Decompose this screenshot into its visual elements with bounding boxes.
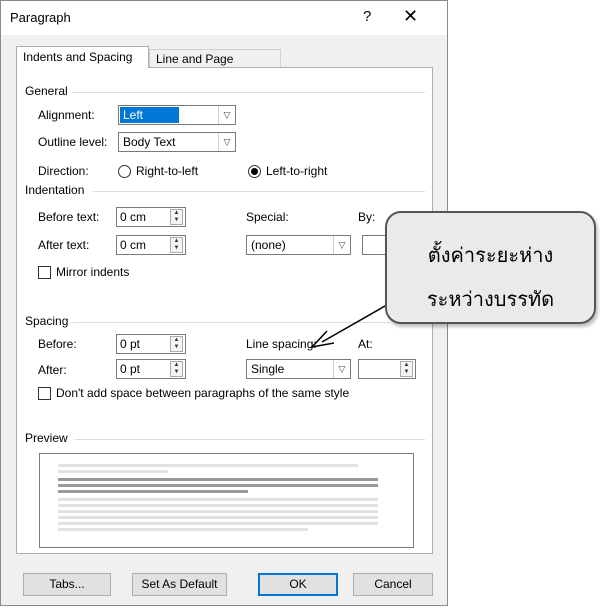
special-value: (none) <box>251 238 286 252</box>
outline-level-label: Outline level: <box>38 135 108 149</box>
callout-line-1: ตั้งค่าระยะห่าง <box>427 243 554 267</box>
special-label: Special: <box>246 210 289 224</box>
before-text-value: 0 cm <box>120 210 147 224</box>
spinner-arrows-icon[interactable]: ▲ ▼ <box>170 336 183 352</box>
divider <box>93 191 425 192</box>
spacing-after-value: 0 pt <box>120 362 141 376</box>
spacing-before-value: 0 pt <box>120 337 141 351</box>
radio-right-to-left[interactable] <box>118 165 131 178</box>
after-text-spinner[interactable]: 0 cm ▲ ▼ <box>116 235 186 255</box>
preview-line <box>58 528 308 531</box>
chevron-down-icon: ▽ <box>218 133 235 151</box>
set-as-default-button[interactable]: Set As Default <box>132 573 227 596</box>
after-text-value: 0 cm <box>120 238 147 252</box>
divider <box>63 92 425 93</box>
line-spacing-select[interactable]: Single ▽ <box>246 359 351 379</box>
alignment-label: Alignment: <box>38 108 95 122</box>
spinner-arrows-icon[interactable]: ▲ ▼ <box>170 361 183 377</box>
tabs-button[interactable]: Tabs... <box>23 573 111 596</box>
chevron-down-icon: ▽ <box>333 360 350 378</box>
cancel-button[interactable]: Cancel <box>353 573 433 596</box>
preview-line <box>58 522 378 525</box>
ltr-label: Left-to-right <box>266 164 328 178</box>
direction-label: Direction: <box>38 164 89 178</box>
rtl-label: Right-to-left <box>136 164 199 178</box>
section-general: General <box>25 84 72 98</box>
section-preview: Preview <box>25 431 72 445</box>
spinner-arrows-icon[interactable]: ▲ ▼ <box>170 237 183 253</box>
divider <box>73 322 390 323</box>
preview-line <box>58 484 378 487</box>
by-label: By: <box>358 210 376 224</box>
after-text-label: After text: <box>38 238 90 252</box>
tab-line-and-page-breaks[interactable]: Line and Page Breaks <box>149 49 281 84</box>
preview-line <box>58 464 358 467</box>
paragraph-dialog: Paragraph ? ✕ Indents and Spacing Line a… <box>0 0 448 606</box>
at-label: At: <box>358 337 373 351</box>
mirror-indents-checkbox[interactable] <box>38 266 51 279</box>
outline-level-select[interactable]: Body Text ▽ <box>118 132 236 152</box>
chevron-down-icon: ▽ <box>333 236 350 254</box>
divider <box>75 439 425 440</box>
dont-add-space-label: Don't add space between paragraphs of th… <box>56 386 350 400</box>
alignment-select[interactable]: Left ▽ <box>118 105 236 125</box>
dialog-title: Paragraph <box>10 10 71 25</box>
tab-label: Indents and Spacing <box>23 50 133 64</box>
tab-indents-and-spacing[interactable]: Indents and Spacing <box>16 46 149 68</box>
help-button[interactable]: ? <box>363 8 371 25</box>
at-spinner[interactable]: ▲ ▼ <box>358 359 416 379</box>
spacing-before-label: Before: <box>38 337 77 351</box>
title-bar: Paragraph ? ✕ <box>1 1 447 35</box>
preview-line <box>58 504 378 507</box>
mirror-indents-label: Mirror indents <box>56 265 130 279</box>
preview-line <box>58 498 378 501</box>
preview-box <box>39 453 414 548</box>
line-spacing-label: Line spacing: <box>246 337 317 351</box>
special-select[interactable]: (none) ▽ <box>246 235 351 255</box>
preview-line <box>58 470 168 473</box>
before-text-label: Before text: <box>38 210 100 224</box>
spacing-after-spinner[interactable]: 0 pt ▲ ▼ <box>116 359 186 379</box>
before-text-spinner[interactable]: 0 cm ▲ ▼ <box>116 207 186 227</box>
preview-line <box>58 516 378 519</box>
line-spacing-value: Single <box>251 362 285 376</box>
spacing-after-label: After: <box>38 363 67 377</box>
preview-line <box>58 478 378 481</box>
spacing-before-spinner[interactable]: 0 pt ▲ ▼ <box>116 334 186 354</box>
section-spacing: Spacing <box>25 314 73 328</box>
ok-button[interactable]: OK <box>258 573 338 596</box>
section-indentation: Indentation <box>25 183 89 197</box>
chevron-down-icon: ▽ <box>218 106 235 124</box>
radio-left-to-right[interactable] <box>248 165 261 178</box>
dont-add-space-checkbox[interactable] <box>38 387 51 400</box>
close-icon[interactable]: ✕ <box>403 6 418 27</box>
preview-line <box>58 490 248 493</box>
spinner-arrows-icon[interactable]: ▲ ▼ <box>170 209 183 225</box>
callout-line-2: ระหว่างบรรทัด <box>426 287 555 311</box>
alignment-value: Left <box>120 107 180 123</box>
preview-line <box>58 510 378 513</box>
annotation-callout: ตั้งค่าระยะห่าง ระหว่างบรรทัด <box>385 211 596 324</box>
outline-level-value: Body Text <box>123 135 176 149</box>
spinner-arrows-icon[interactable]: ▲ ▼ <box>400 361 413 377</box>
